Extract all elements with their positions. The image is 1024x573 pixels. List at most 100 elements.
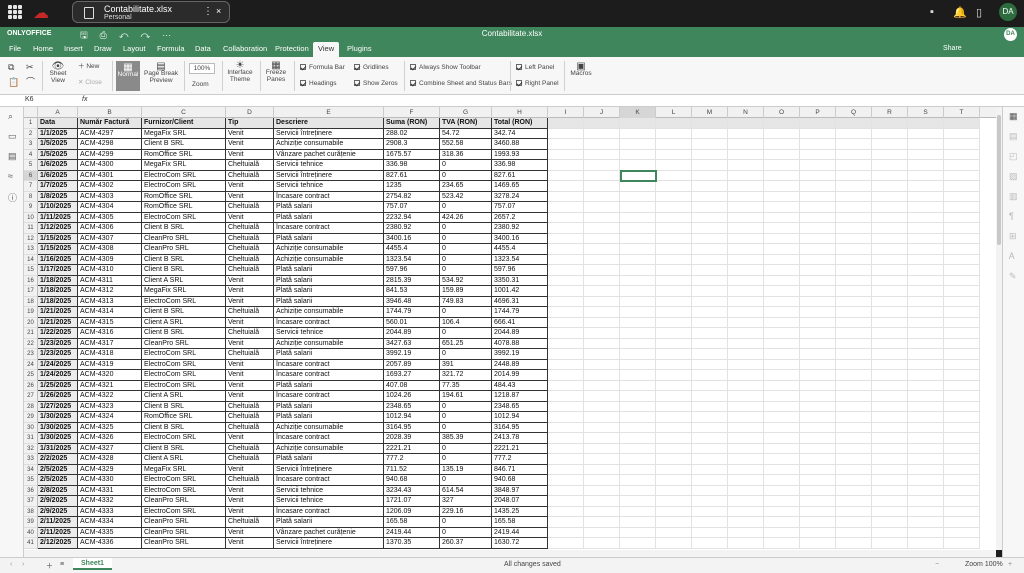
cell[interactable] [872,538,908,549]
cell[interactable]: 0 [440,223,492,234]
cell[interactable] [620,181,656,192]
row-header[interactable]: 5 [24,160,38,171]
gridlines-checkbox[interactable]: Gridlines [354,64,389,71]
cell[interactable]: 2348.65 [492,401,548,412]
cell[interactable] [800,475,836,486]
cell[interactable] [548,454,584,465]
cell[interactable] [656,317,692,328]
cell[interactable] [548,181,584,192]
cell[interactable] [836,170,872,181]
search-icon[interactable]: ⌕ [8,111,13,122]
cell[interactable]: Venit [226,317,274,328]
cell[interactable] [728,233,764,244]
selected-cell-k6[interactable] [620,170,657,182]
cell[interactable] [944,212,980,223]
cell[interactable] [872,118,908,129]
cell[interactable] [764,223,800,234]
cell[interactable] [728,212,764,223]
cell[interactable]: Venit [226,380,274,391]
cell[interactable]: Venit [226,149,274,160]
cell[interactable]: Servicii tehnice [274,160,384,171]
cell[interactable]: 3848.97 [492,485,548,496]
row-header[interactable]: 21 [24,328,38,339]
cell[interactable]: Data [38,118,78,129]
cell[interactable] [908,265,944,276]
cell[interactable]: 3427.63 [384,338,440,349]
cell[interactable] [584,307,620,318]
row-header[interactable]: 4 [24,149,38,160]
tab-data[interactable]: Data [195,44,211,53]
cell[interactable]: 3400.16 [384,233,440,244]
cell[interactable] [800,244,836,255]
cell[interactable] [836,359,872,370]
cell[interactable]: ACM-4298 [78,139,142,150]
cell[interactable]: Plată salarii [274,349,384,360]
cell[interactable]: Total (RON) [492,118,548,129]
cell[interactable] [692,212,728,223]
cell[interactable]: Cheltuială [226,454,274,465]
cell[interactable] [728,391,764,402]
cell[interactable]: 1/18/2025 [38,275,78,286]
cell[interactable] [728,485,764,496]
cell[interactable] [908,527,944,538]
cell[interactable] [872,454,908,465]
cell[interactable]: 552.58 [440,139,492,150]
cell[interactable] [836,254,872,265]
cell[interactable] [836,485,872,496]
cell[interactable] [872,349,908,360]
cell[interactable]: 194.61 [440,391,492,402]
file-tab[interactable]: Contabilitate.xlsx Personal ⋮ × [72,1,230,23]
cell[interactable] [836,433,872,444]
cell[interactable] [656,181,692,192]
cell[interactable] [800,118,836,129]
cell[interactable] [620,464,656,475]
cell[interactable]: 1/24/2025 [38,370,78,381]
cell[interactable] [800,370,836,381]
cell[interactable] [764,517,800,528]
cell[interactable] [800,412,836,423]
cell[interactable] [692,433,728,444]
cell[interactable]: ACM-4333 [78,506,142,517]
cell[interactable]: 2380.92 [384,223,440,234]
cut-icon[interactable]: ✂ [26,63,34,72]
cell[interactable]: CleanPro SRL [142,338,226,349]
cell[interactable]: ACM-4330 [78,475,142,486]
cell[interactable] [800,517,836,528]
cell[interactable]: CleanPro SRL [142,244,226,255]
cell[interactable] [872,286,908,297]
cell[interactable] [836,422,872,433]
cell[interactable] [872,433,908,444]
cell[interactable] [692,317,728,328]
cell[interactable] [872,202,908,213]
cell[interactable]: 523.42 [440,191,492,202]
cell[interactable] [728,359,764,370]
cell[interactable] [836,317,872,328]
cell[interactable] [728,349,764,360]
cell[interactable] [872,254,908,265]
cell[interactable]: 534.92 [440,275,492,286]
cell[interactable] [620,422,656,433]
cell[interactable] [620,380,656,391]
sidebar-toggle-icon[interactable]: ▯ [976,6,982,19]
cell[interactable] [872,506,908,517]
cell[interactable]: 0 [440,475,492,486]
cell[interactable] [944,191,980,202]
cell[interactable] [656,275,692,286]
row-header[interactable]: 32 [24,443,38,454]
cell[interactable]: 3164.95 [384,422,440,433]
cell[interactable]: 2014.99 [492,370,548,381]
cell[interactable]: 0 [440,328,492,339]
cell[interactable] [656,160,692,171]
cell[interactable]: ACM-4311 [78,275,142,286]
sheet-tab[interactable]: Sheet1 [73,558,112,570]
cell[interactable] [656,412,692,423]
cell[interactable]: 2057.89 [384,359,440,370]
cell[interactable]: ACM-4317 [78,338,142,349]
column-header[interactable]: S [908,107,944,118]
cell[interactable] [908,233,944,244]
cell[interactable]: 4078.88 [492,338,548,349]
cell[interactable] [764,233,800,244]
cell[interactable]: ACM-4300 [78,160,142,171]
cell[interactable] [584,338,620,349]
format-painter-icon[interactable]: ⌒ [26,78,35,87]
